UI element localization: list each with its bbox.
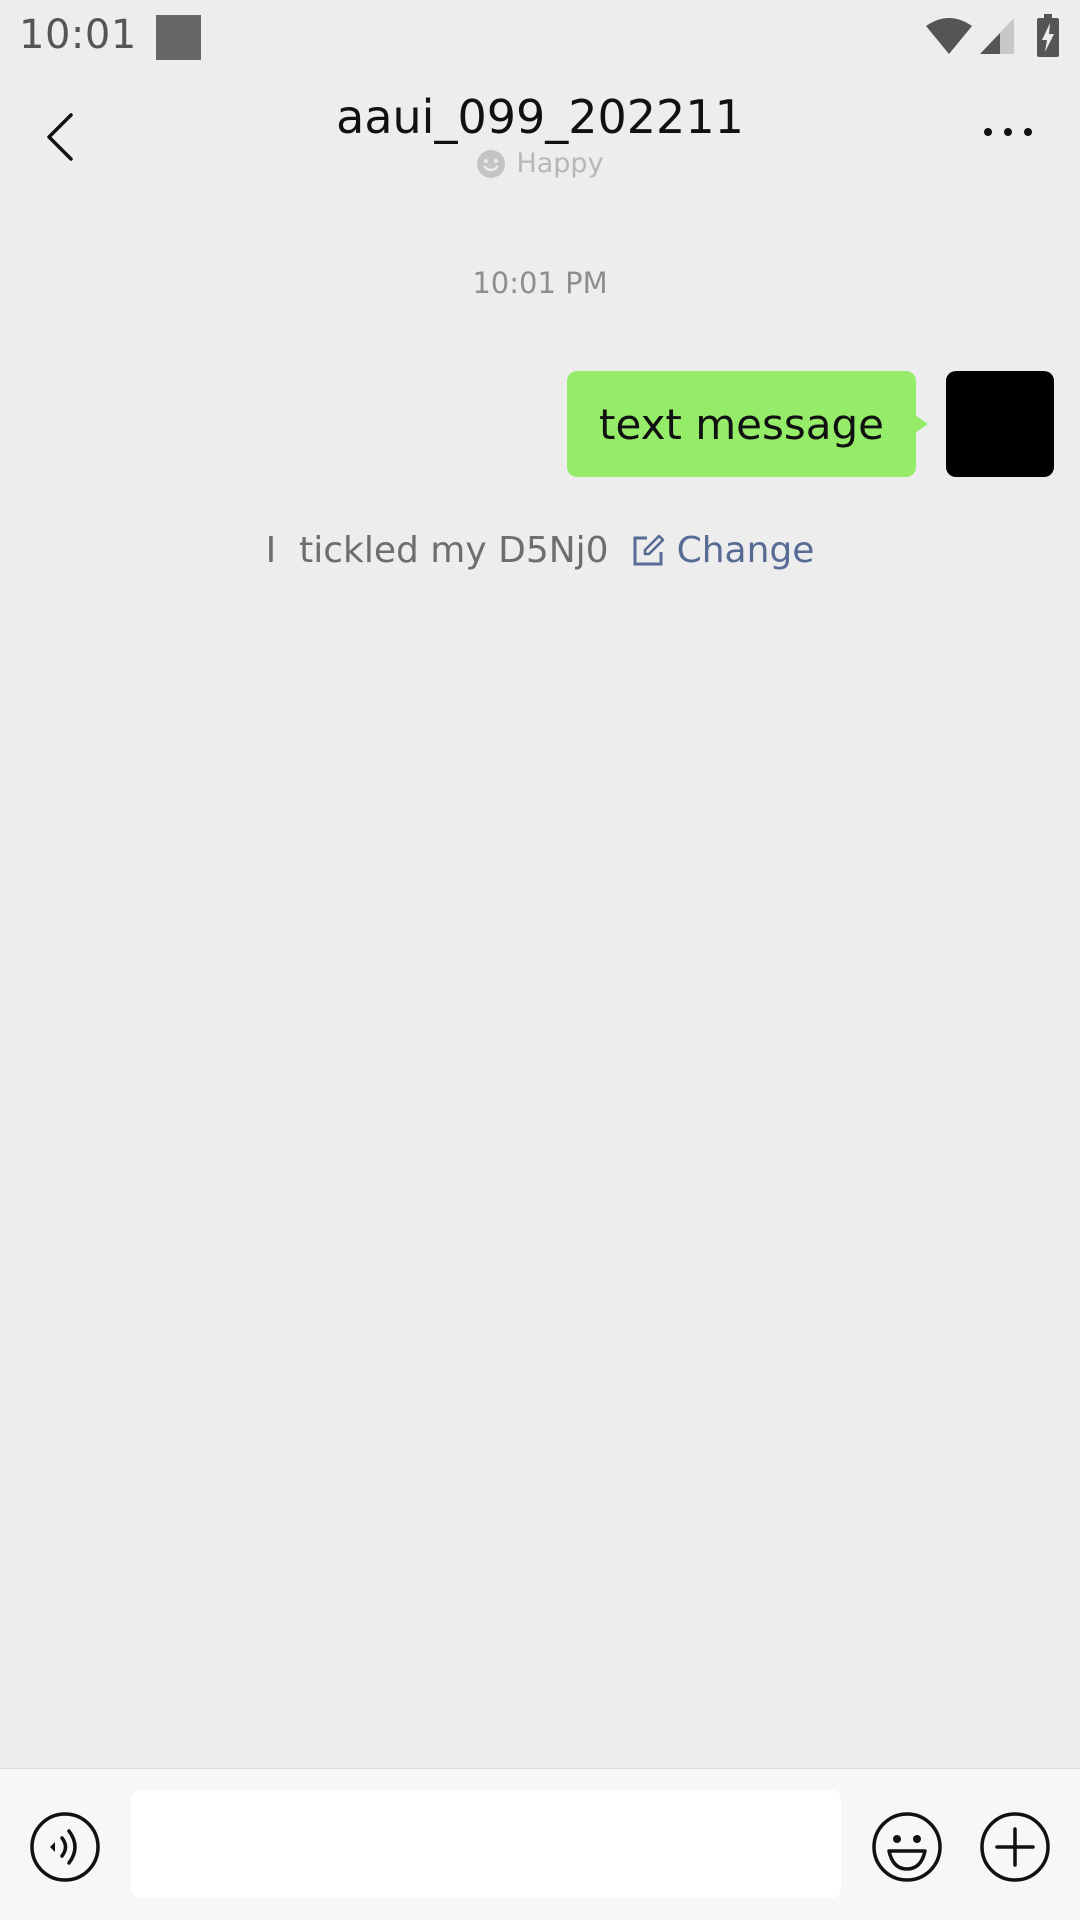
wifi-icon bbox=[926, 18, 972, 54]
change-label: Change bbox=[676, 530, 815, 571]
input-bar bbox=[0, 1768, 1080, 1920]
message-bubble[interactable]: text message bbox=[567, 371, 928, 477]
status-time: 10:01 bbox=[19, 12, 137, 58]
status-bar: 10:01 bbox=[0, 0, 1080, 76]
plus-icon[interactable] bbox=[979, 1811, 1051, 1883]
more-button[interactable] bbox=[978, 112, 1038, 152]
more-dots-icon bbox=[984, 128, 1032, 136]
emoji-icon[interactable] bbox=[871, 1811, 943, 1883]
mood-face-icon bbox=[477, 149, 506, 178]
avatar[interactable] bbox=[946, 371, 1054, 477]
tickle-notice: I tickled my D5Nj0 Change bbox=[0, 530, 1080, 571]
chat-screen: 10:01 aaui_099_202211 Happy 10:01 PM tex… bbox=[0, 0, 1080, 1920]
message-row: text message bbox=[567, 371, 1054, 477]
notification-square-icon bbox=[156, 15, 201, 60]
chat-title: aaui_099_202211 bbox=[336, 90, 744, 144]
chat-header: aaui_099_202211 Happy bbox=[0, 76, 1080, 200]
tickle-text: I tickled my D5Nj0 bbox=[265, 530, 609, 571]
voice-icon[interactable] bbox=[29, 1811, 101, 1883]
message-input[interactable] bbox=[131, 1790, 841, 1898]
tickle-change-link[interactable]: Change bbox=[631, 530, 815, 571]
status-line: Happy bbox=[0, 148, 1080, 179]
battery-charging-icon bbox=[1037, 14, 1059, 57]
message-timestamp: 10:01 PM bbox=[472, 266, 608, 300]
edit-icon bbox=[633, 534, 664, 565]
mood-status-text: Happy bbox=[516, 148, 604, 179]
cell-signal-icon bbox=[980, 18, 1014, 54]
